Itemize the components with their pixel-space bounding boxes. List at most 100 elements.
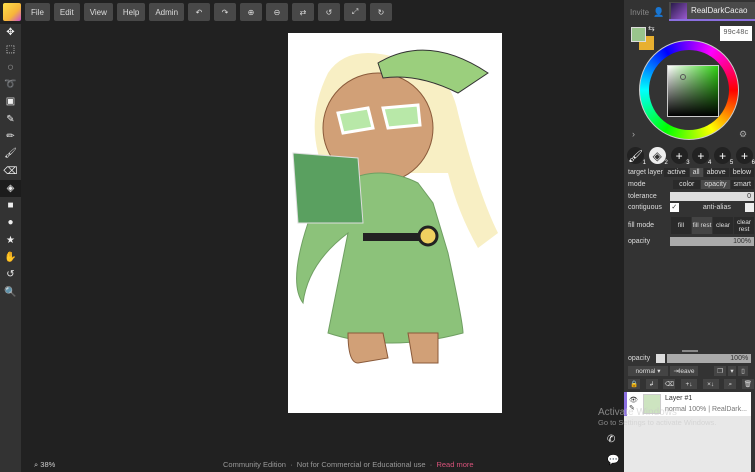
mode-smart[interactable]: smart xyxy=(730,180,754,189)
fill-icon[interactable]: ◈ xyxy=(0,179,21,197)
contiguous-row: contiguous ✓ anti-alias xyxy=(628,203,754,212)
target-above[interactable]: above xyxy=(703,168,729,177)
primary-color-swatch[interactable] xyxy=(631,27,646,42)
undo-icon[interactable]: ↶ xyxy=(188,3,211,21)
zoom-level[interactable]: ⌕ 38% xyxy=(34,460,55,470)
merge-down-icon[interactable]: +↓ xyxy=(680,379,697,389)
layer-tools-row: 🔒 ↲ ⌫ +↓ ×↓ ⌕ 🗑 xyxy=(628,379,754,389)
brush-slot-3[interactable]: +3 xyxy=(670,147,690,166)
invite-button[interactable]: Invite xyxy=(630,8,649,17)
target-below[interactable]: below xyxy=(729,168,754,177)
select-rect-icon[interactable]: ⬚ xyxy=(0,41,21,58)
rectangle-icon[interactable]: ■ xyxy=(0,197,21,214)
menu-help[interactable]: Help xyxy=(116,3,146,21)
tolerance-label: tolerance xyxy=(628,193,657,200)
mode-color[interactable]: color xyxy=(673,180,701,189)
zoom-in-icon[interactable]: ⊕ xyxy=(240,3,263,21)
layer-menu-icon[interactable]: ▾ xyxy=(728,366,736,376)
fill-mode-clear-rest[interactable]: clear rest xyxy=(734,217,754,234)
lasso-icon[interactable]: ➰ xyxy=(0,76,21,93)
fill-opacity-label: opacity xyxy=(628,238,651,245)
duplicate-layer-icon[interactable]: ❐ xyxy=(714,366,726,376)
brush-slots: 🖌 1 ◈ 2 +3 +4 +5 +6 xyxy=(627,147,755,166)
contiguous-checkbox[interactable]: ✓ xyxy=(669,203,679,212)
tolerance-row: tolerance 0 xyxy=(628,192,754,201)
move-tool-icon[interactable]: ✥ xyxy=(0,24,21,41)
zoom-icon[interactable]: 🔍 xyxy=(0,283,21,300)
hand-icon[interactable]: ✋ xyxy=(0,249,21,266)
blend-mode-select[interactable]: normal ▾ xyxy=(628,366,668,376)
app-logo[interactable] xyxy=(3,3,21,21)
layer-opacity-row: opacity 100% xyxy=(628,354,754,363)
delete-merge-icon[interactable]: ×↓ xyxy=(702,379,719,389)
user-badge[interactable]: RealDarkCacao xyxy=(669,2,755,21)
fit-icon[interactable]: ⤢ xyxy=(344,3,367,21)
redo-icon[interactable]: ↷ xyxy=(214,3,237,21)
tolerance-slider[interactable]: 0 xyxy=(670,192,754,201)
fill-mode-clear[interactable]: clear xyxy=(713,217,733,234)
layer-opacity-lock[interactable] xyxy=(656,354,666,363)
hex-input[interactable]: 99c48c xyxy=(720,26,752,41)
clear-layer-icon[interactable]: ⌫ xyxy=(663,379,676,389)
antialias-checkbox[interactable] xyxy=(745,203,754,212)
panel-resize-handle[interactable] xyxy=(682,350,698,352)
fill-mode-fill[interactable]: fill xyxy=(671,217,691,234)
brush-slot-4[interactable]: +4 xyxy=(692,147,711,166)
shape-icon[interactable]: ★ xyxy=(0,232,21,249)
zoom-out-icon[interactable]: ⊖ xyxy=(266,3,289,21)
brush-slot-5[interactable]: +5 xyxy=(714,147,733,166)
menu-file[interactable]: File xyxy=(25,3,50,21)
rotate-icon[interactable]: ↺ xyxy=(0,266,21,283)
layer-opacity-slider[interactable]: 100% xyxy=(667,354,752,363)
brush-icon[interactable]: 🖌 xyxy=(0,145,21,162)
pen-icon[interactable]: ✏ xyxy=(0,128,21,145)
search-layer-icon[interactable]: ⌕ xyxy=(724,379,737,389)
visibility-eye-icon[interactable]: 👁 xyxy=(629,396,639,404)
saturation-value-picker[interactable] xyxy=(667,65,719,117)
brush-slot-6[interactable]: +6 xyxy=(735,147,755,166)
menu-edit[interactable]: Edit xyxy=(53,3,80,21)
license-text: Not for Commercial or Educational use xyxy=(296,460,426,469)
target-all[interactable]: all xyxy=(689,168,703,177)
watermark-title: Activate Windows xyxy=(598,407,677,418)
target-active[interactable]: active xyxy=(664,168,689,177)
select-ellipse-icon[interactable]: ◌ xyxy=(0,59,21,76)
transform-icon[interactable]: ▣ xyxy=(0,93,21,110)
avatar xyxy=(671,2,687,19)
artwork xyxy=(292,49,498,364)
ellipse-icon[interactable]: ● xyxy=(0,214,21,231)
reset-rotate-icon[interactable]: ↻ xyxy=(370,3,393,21)
mode-opacity[interactable]: opacity xyxy=(701,180,730,189)
lock-icon[interactable]: 🔒 xyxy=(628,379,640,389)
menu-admin[interactable]: Admin xyxy=(149,3,185,21)
settings-gear-icon[interactable]: ⚙ xyxy=(739,129,747,140)
new-layer-icon[interactable]: ▯ xyxy=(738,366,748,376)
fill-opacity-slider[interactable]: 100% xyxy=(670,237,754,246)
chat-icon[interactable]: 💬 xyxy=(607,455,619,466)
add-user-icon[interactable]: 👤 xyxy=(653,7,664,18)
status-bar: ⌕ 38% Community Edition · Not for Commer… xyxy=(21,456,624,472)
brush-slot-1[interactable]: 🖌 1 xyxy=(627,147,646,166)
fill-mode-label: fill mode xyxy=(628,222,655,229)
flip-icon[interactable]: ⇄ xyxy=(292,3,315,21)
eraser-icon[interactable]: ⌫ xyxy=(0,162,21,179)
brush-slot-2[interactable]: ◈ 2 xyxy=(648,147,668,166)
expand-chevron-icon[interactable]: › xyxy=(632,129,635,139)
fill-opacity-row: opacity 100% xyxy=(628,237,754,246)
leave-button[interactable]: leave xyxy=(679,368,695,375)
layer-actions-row: normal ▾ ⇥ leave ❐ ▾ ▯ xyxy=(628,366,754,376)
contiguous-label: contiguous xyxy=(628,204,662,211)
phone-icon[interactable]: ✆ xyxy=(607,434,615,445)
fill-mode-row: fill mode fill fill rest clear clear res… xyxy=(628,217,754,234)
delete-layer-icon[interactable]: 🗑 xyxy=(741,379,754,389)
clip-icon[interactable]: ↲ xyxy=(645,379,658,389)
eyedropper-icon[interactable]: ✎ xyxy=(0,110,21,127)
rotate-left-icon[interactable]: ↺ xyxy=(318,3,341,21)
read-more-link[interactable]: Read more xyxy=(436,460,473,469)
swap-colors-icon[interactable]: ⇆ xyxy=(648,24,655,33)
footer-text: Community Edition · Not for Commercial o… xyxy=(223,460,474,469)
fill-mode-fill-rest[interactable]: fill rest xyxy=(692,217,712,234)
drawing-canvas[interactable] xyxy=(288,33,502,413)
menu-view[interactable]: View xyxy=(83,3,113,21)
tool-bar: ✥ ⬚ ◌ ➰ ▣ ✎ ✏ 🖌 ⌫ ◈ ■ ● ★ ✋ ↺ 🔍 xyxy=(0,24,21,472)
